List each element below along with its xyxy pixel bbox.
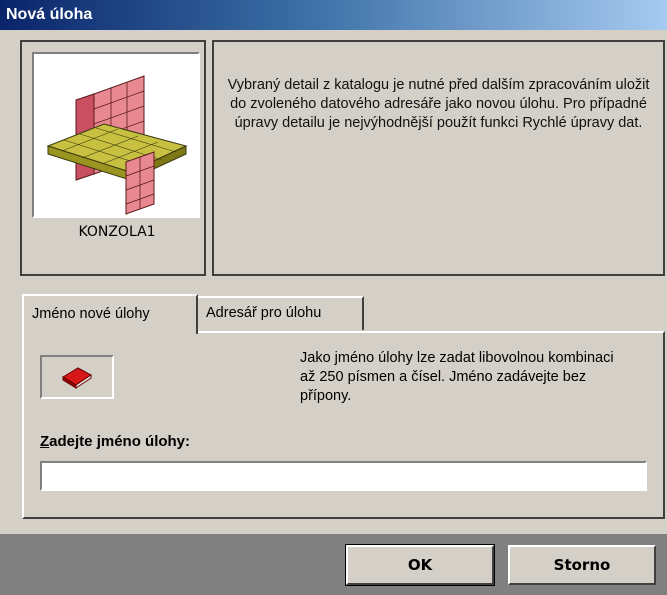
window-title: Nová úloha [6,6,93,23]
detail-description-text: Vybraný detail z katalogu je nutné před … [227,77,650,131]
new-task-dialog: Nová úloha KONZOLA1 Vybraný detail z kat… [0,0,667,595]
book-icon-box [40,355,114,399]
task-name-input[interactable] [40,461,647,491]
cancel-button[interactable]: Storno [508,545,656,585]
tab-task-name-label: Jméno nové úlohy [32,306,150,322]
red-book-icon [62,367,92,389]
window-title-bar[interactable]: Nová úloha [0,0,667,30]
detail-preview-image [32,52,200,218]
detail-description-panel: Vybraný detail z katalogu je nutné před … [212,40,665,276]
task-name-tab-panel: Jako jméno úlohy lze zadat libovolnou ko… [22,331,665,519]
task-name-hint: Jako jméno úlohy lze zadat libovolnou ko… [300,350,614,404]
tab-task-directory[interactable]: Adresář pro úlohu [198,296,364,330]
detail-name-label: KONZOLA1 [78,224,156,240]
task-name-prompt-hotkey: Z [40,433,50,450]
tab-task-directory-label: Adresář pro úlohu [206,305,322,321]
tab-task-name[interactable]: Jméno nové úlohy [22,294,198,334]
task-name-prompt-text: adejte jméno úlohy: [49,433,191,450]
task-name-prompt: Zadejte jméno úlohy: [40,433,190,450]
detail-preview-panel: KONZOLA1 [20,40,206,276]
ok-button[interactable]: OK [345,544,495,586]
console-detail-3d-icon [46,75,188,215]
